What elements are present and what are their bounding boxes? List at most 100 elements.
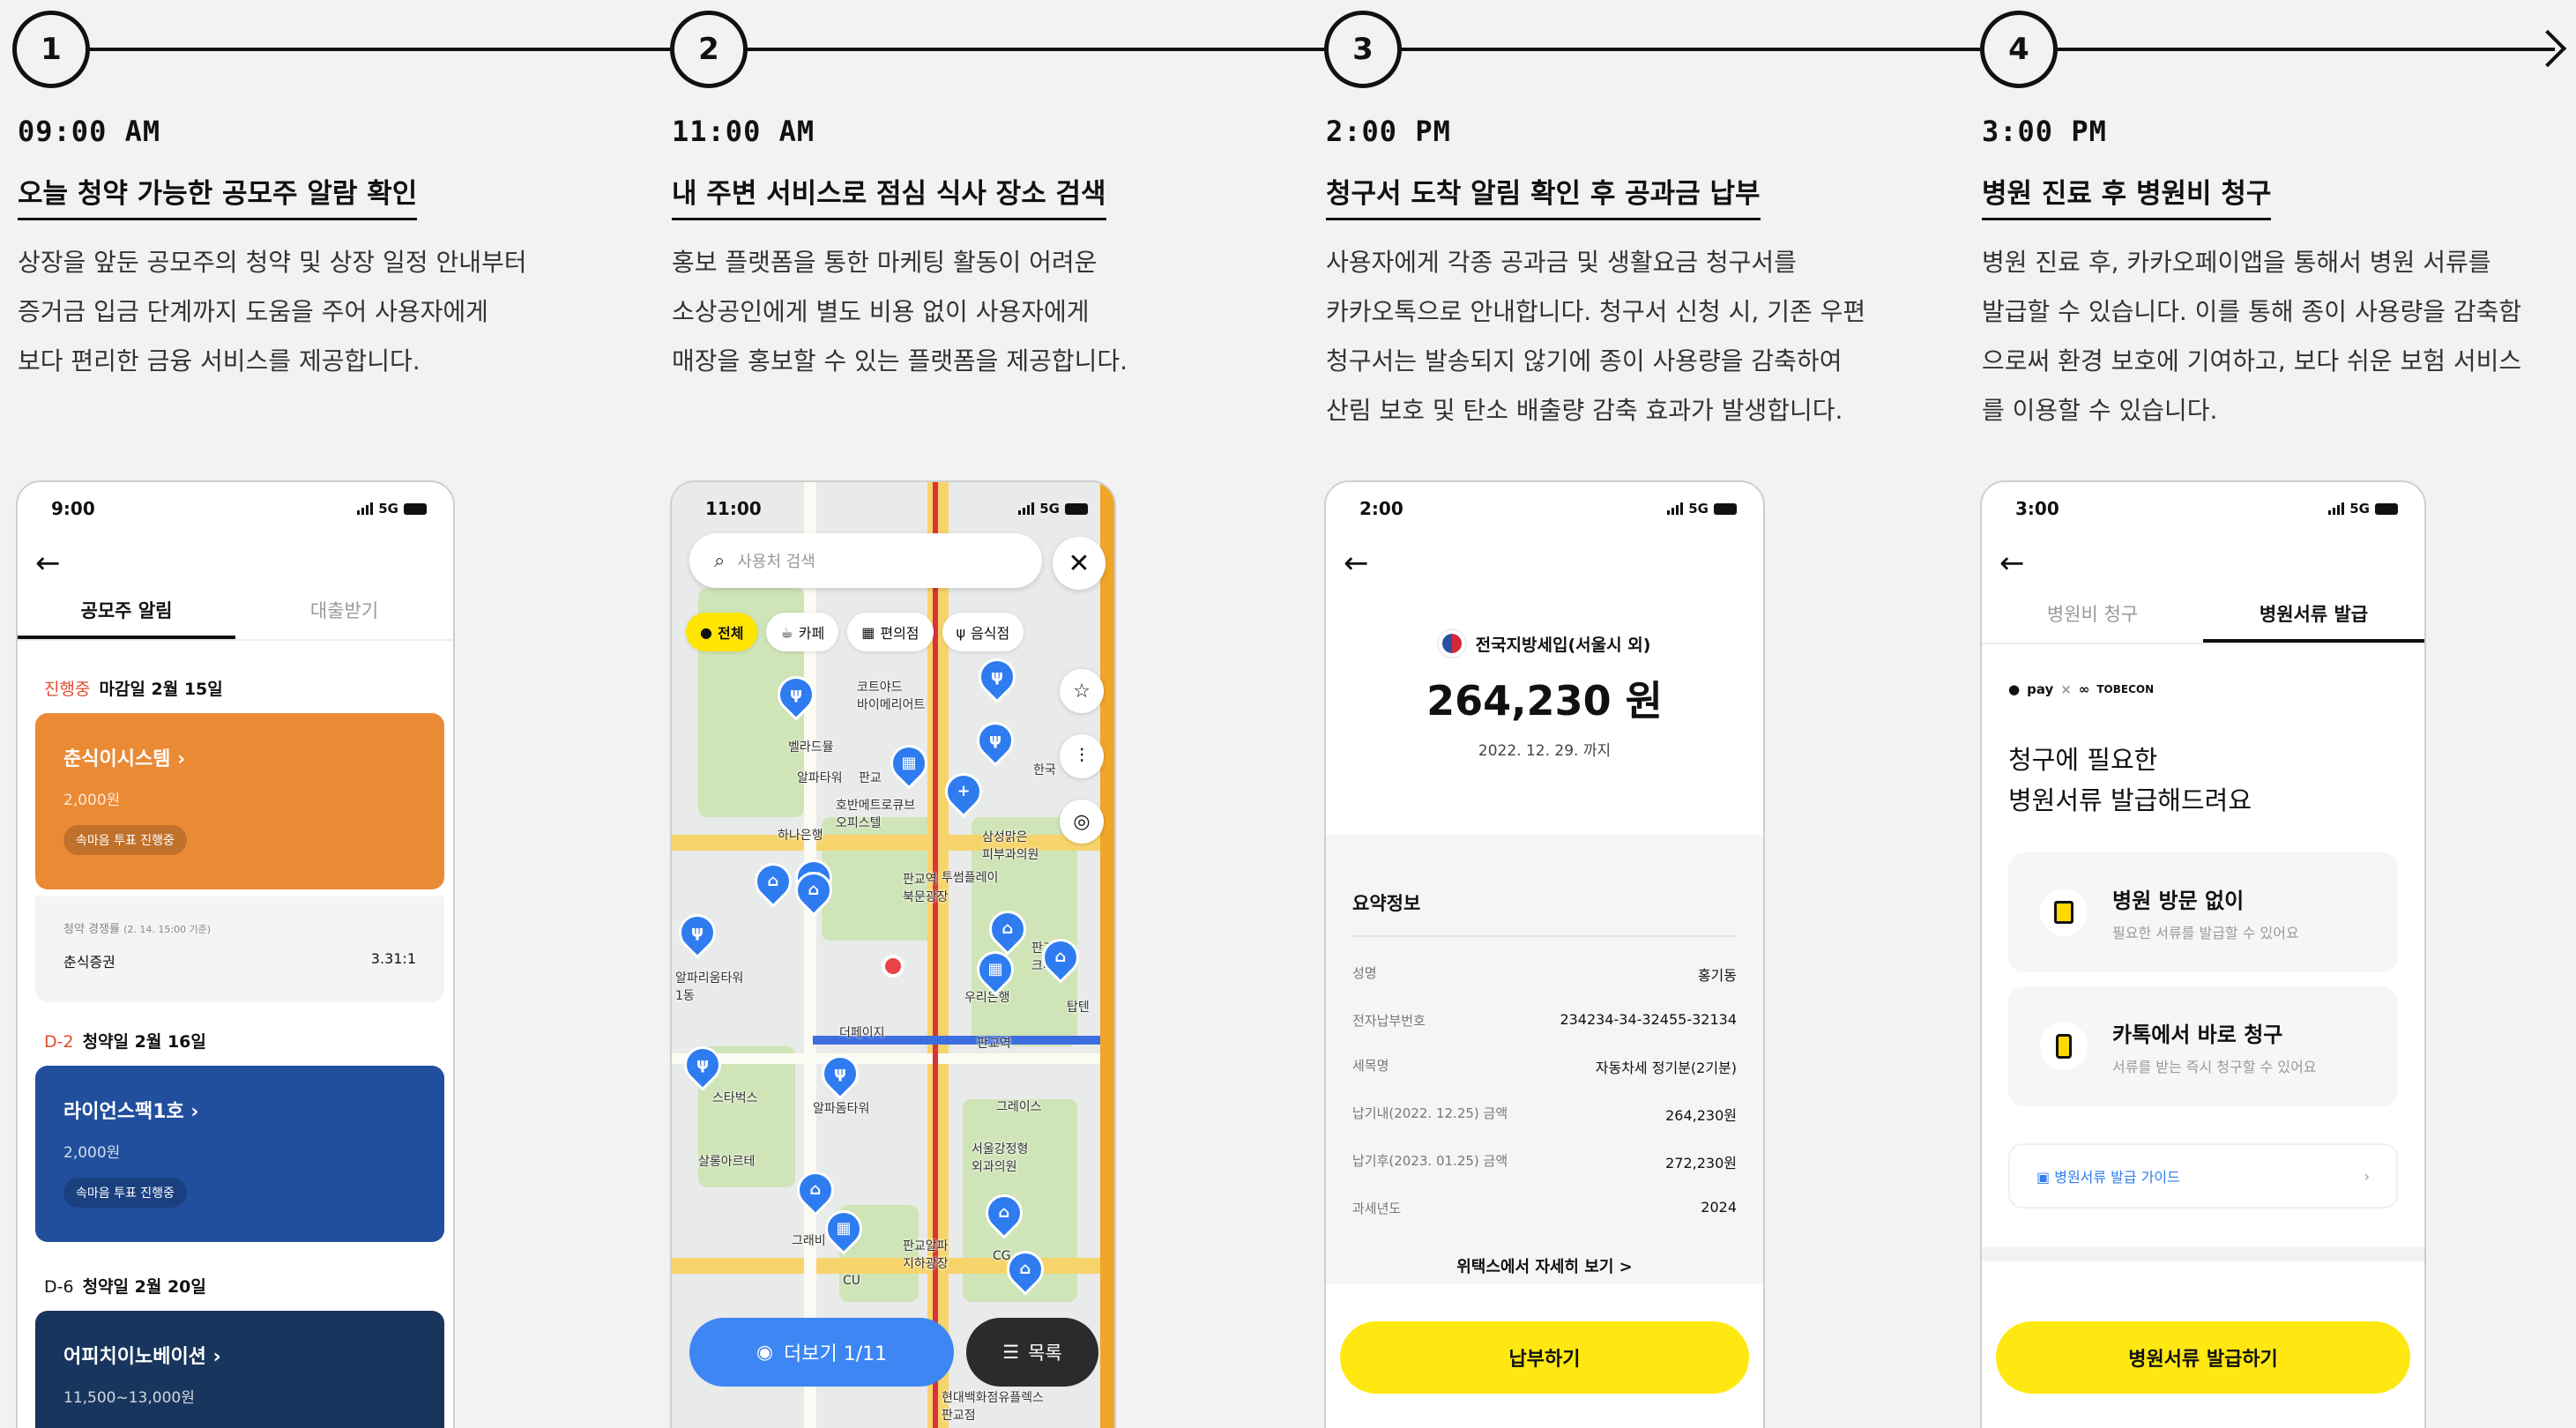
back-arrow-icon[interactable]: ← xyxy=(1999,546,2035,581)
restaurant-pin-icon[interactable]: ψ xyxy=(672,906,724,959)
phone-icon xyxy=(2040,1023,2088,1070)
summary-panel: 요약정보 성명 홍기동 전자납부번호 234234-34-32455-32134 세… xyxy=(1326,835,1763,1284)
phone-ipo-alerts: 9:00 5G ← 공모주 알림 대출받기 진행중 마감일 2월 15일 춘식이시… xyxy=(16,480,455,1428)
competition-panel: 청약 경쟁률 (2. 14. 15:00 기준) 춘식증권 3.31:1 xyxy=(35,896,444,1002)
step-time: 11:00 AM xyxy=(672,115,815,148)
step-number-3: 3 xyxy=(1324,11,1402,88)
filter-sliders-icon[interactable]: ⫶ xyxy=(1060,734,1104,778)
summary-row: 성명 홍기동 xyxy=(1352,965,1737,984)
battery-icon xyxy=(1065,502,1088,515)
ipo-name: 춘식이시스템 › xyxy=(63,748,186,770)
signal-icon xyxy=(2328,502,2345,515)
step-title: 병원 진료 후 병원비 청구 xyxy=(1982,171,2272,220)
search-icon: ⌕ xyxy=(714,549,726,572)
group-label: D-6 청약일 2월 20일 xyxy=(44,1277,206,1297)
divider xyxy=(1982,1247,2424,1261)
step-time: 09:00 AM xyxy=(18,115,161,148)
step-description: 병원 진료 후, 카카오페이앱을 통해서 병원 서류를 발급할 수 있습니다. 이… xyxy=(1982,248,2522,425)
filter-all[interactable]: ● 전체 xyxy=(686,613,758,651)
cup-icon: ☕ xyxy=(780,623,793,641)
filter-cafe[interactable]: ☕ 카페 xyxy=(766,613,839,651)
step-title: 내 주변 서비스로 점심 식사 장소 검색 xyxy=(672,171,1106,220)
category-filters: ● 전체 ☕ 카페 ▦ 편의점 ψ 음식점 xyxy=(686,613,1024,651)
signal-icon xyxy=(1018,502,1035,515)
battery-icon xyxy=(404,502,427,515)
filter-convenience[interactable]: ▦ 편의점 xyxy=(847,613,934,651)
step-number-2: 2 xyxy=(670,11,748,88)
list-button[interactable]: ☰ 목록 xyxy=(966,1318,1098,1387)
restaurant-pin-icon[interactable]: ψ xyxy=(971,651,1024,703)
vote-chip: 속마음 투표 진행중 xyxy=(63,1178,187,1208)
vote-chip: 속마음 투표 진행중 xyxy=(63,825,187,855)
chat-icon: ● xyxy=(700,623,712,641)
more-button[interactable]: ◉ 더보기 1/11 xyxy=(689,1318,954,1387)
tab-ipo-alerts[interactable]: 공모주 알림 xyxy=(18,597,235,639)
timeline-line xyxy=(53,48,2555,51)
ipo-price: 11,500~13,000원 xyxy=(63,1389,195,1407)
partner-logo: ● pay × ∞ TOBECON xyxy=(2008,681,2155,697)
journey-page: 1 2 3 4 09:00 AM 오늘 청약 가능한 공모주 알람 확인 상장을… xyxy=(0,0,2576,1428)
step-time: 3:00 PM xyxy=(1982,115,2107,148)
ipo-name: 라이언스팩1호 › xyxy=(63,1101,199,1123)
pay-button[interactable]: 납부하기 xyxy=(1340,1321,1749,1394)
step-description: 홍보 플랫폼을 통한 마케팅 활동이 어려운 소상공인에게 별도 비용 없이 사용… xyxy=(672,248,1128,376)
tab-bar: 병원비 청구 병원서류 발급 xyxy=(1982,600,2424,644)
list-icon: ☰ xyxy=(1002,1342,1020,1363)
close-icon[interactable]: ✕ xyxy=(1053,537,1106,590)
bill-amount: 264,230 원 xyxy=(1426,677,1663,725)
phone-bill-payment: 2:00 5G ← 전국지방세입(서울시 외) 264,230 원 2022. … xyxy=(1324,480,1765,1428)
group-label: D-2 청약일 2월 16일 xyxy=(44,1032,206,1052)
headline: 청구에 필요한 병원서류 발급해드려요 xyxy=(2008,745,2252,815)
group-label: 진행중 마감일 2월 15일 xyxy=(44,680,223,699)
issue-docs-button[interactable]: 병원서류 발급하기 xyxy=(1996,1321,2410,1394)
tab-hospital-docs[interactable]: 병원서류 발급 xyxy=(2203,600,2424,643)
back-arrow-icon[interactable]: ← xyxy=(1344,546,1379,581)
summary-title: 요약정보 xyxy=(1352,889,1737,937)
step-title: 청구서 도착 알림 확인 후 공과금 납부 xyxy=(1326,171,1761,220)
chevron-right-icon: › xyxy=(2364,1167,2370,1185)
signal-icon xyxy=(1667,502,1684,515)
tab-loans[interactable]: 대출받기 xyxy=(235,597,453,639)
ipo-card[interactable]: 라이언스팩1호 › 2,000원 속마음 투표 진행중 xyxy=(35,1066,444,1242)
status-bar: 9:00 5G xyxy=(51,498,427,524)
battery-icon xyxy=(1714,502,1737,515)
locate-me-icon[interactable]: ◎ xyxy=(1060,800,1104,844)
shop-pin-icon[interactable]: ⌂ xyxy=(747,855,800,908)
phone-nearby-map: 코트야드 바이메리어트 벨라드뮬 알파타워 판교 호반메트로큐브 오피스텔 하나은행… xyxy=(670,480,1116,1428)
fork-icon: ψ xyxy=(956,623,966,641)
step-number-4: 4 xyxy=(1980,11,2058,88)
summary-row: 납기후(2023. 01.25) 금액 272,230원 xyxy=(1352,1153,1737,1171)
summary-row: 전자납부번호 234234-34-32455-32134 xyxy=(1352,1011,1737,1029)
guide-icon: ▣ xyxy=(2036,1169,2051,1186)
summary-row: 납기내(2022. 12.25) 금액 264,230원 xyxy=(1352,1105,1737,1124)
restaurant-pin-icon[interactable]: ψ xyxy=(969,714,1022,767)
wetax-detail-link[interactable]: 위택스에서 자세히 보기 > xyxy=(1352,1254,1737,1277)
tab-hospital-claim[interactable]: 병원비 청구 xyxy=(1982,600,2203,643)
step-description: 사용자에게 각종 공과금 및 생활요금 청구서를 카카오톡으로 안내합니다. 청구… xyxy=(1326,248,1866,425)
bill-due-date: 2022. 12. 29. 까지 xyxy=(1478,742,1612,760)
ipo-price: 2,000원 xyxy=(63,792,121,809)
search-input[interactable]: ⌕ 사용처 검색 xyxy=(689,533,1042,588)
filter-restaurant[interactable]: ψ 음식점 xyxy=(942,613,1024,651)
ipo-name: 어피치이노베이션 › xyxy=(63,1346,221,1368)
feature-box: 병원 방문 없이 필요한 서류를 발급할 수 있어요 xyxy=(2008,852,2398,972)
location-pin-icon: ◉ xyxy=(756,1341,774,1364)
document-icon xyxy=(2040,889,2088,936)
signal-icon xyxy=(357,502,374,515)
ipo-card[interactable]: 춘식이시스템 › 2,000원 속마음 투표 진행중 xyxy=(35,713,444,889)
timeline-arrow-icon xyxy=(2528,29,2567,68)
docs-guide-link[interactable]: ▣ 병원서류 발급 가이드 › xyxy=(2008,1143,2398,1209)
ipo-card[interactable]: 어피치이노베이션 › 11,500~13,000원 xyxy=(35,1311,444,1428)
back-arrow-icon[interactable]: ← xyxy=(35,546,71,581)
battery-icon xyxy=(2375,502,2398,515)
store-icon: ▦ xyxy=(861,623,875,641)
ipo-price: 2,000원 xyxy=(63,1144,121,1162)
summary-row: 세목명 자동차세 정기분(2기분) xyxy=(1352,1058,1737,1076)
status-bar: 2:00 5G xyxy=(1359,498,1737,524)
kakaopay-logo-icon: ● xyxy=(2008,681,2021,697)
tab-bar: 공모주 알림 대출받기 xyxy=(18,597,453,641)
bill-issuer: 전국지방세입(서울시 외) xyxy=(1326,630,1763,657)
star-icon[interactable]: ☆ xyxy=(1060,669,1104,713)
current-location-icon xyxy=(882,955,905,978)
shop-pin-icon[interactable]: ⌂ xyxy=(789,1164,842,1216)
